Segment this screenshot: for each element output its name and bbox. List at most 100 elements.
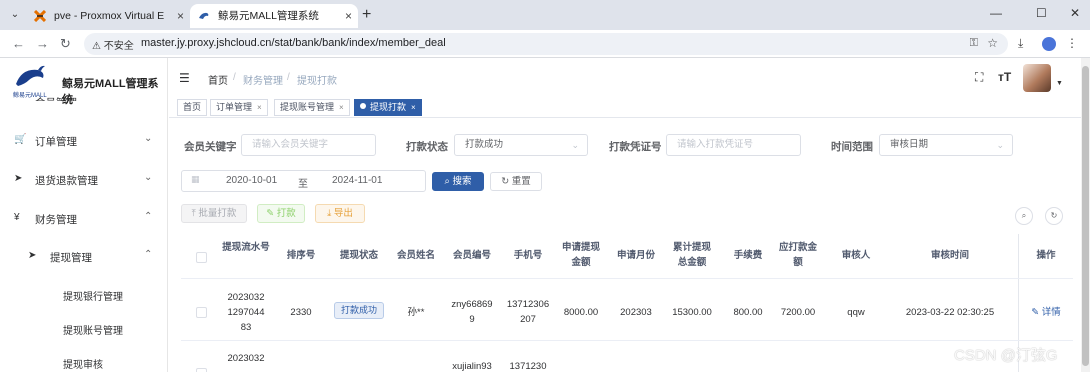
user-avatar[interactable] [1023, 64, 1051, 92]
sidebar-item-orders[interactable]: 🛒 订单管理 ⌄ [0, 131, 167, 151]
row-checkbox[interactable] [196, 368, 207, 372]
select-all-checkbox[interactable] [196, 252, 207, 263]
font-size-icon[interactable]: тT [998, 70, 1011, 84]
sidebar-item-label: 财务管理 [35, 214, 77, 226]
tag-label: 提现打款 [370, 102, 407, 112]
col-header-payable: 应打款金额 [779, 242, 818, 268]
payout-status-select[interactable]: 打款成功 ⌄ [454, 134, 588, 156]
minimize-icon[interactable]: — [990, 6, 1002, 20]
new-tab-button[interactable]: + [362, 4, 371, 26]
sidebar-item-label: 提现管理 [50, 252, 92, 264]
page-scrollbar[interactable] [1081, 58, 1090, 372]
reset-button[interactable]: ↻ 重置 [490, 172, 542, 191]
fullscreen-icon[interactable]: ⛶ [975, 70, 983, 85]
scrollbar-thumb[interactable] [1082, 66, 1089, 366]
batch-payout-button[interactable]: ⤒ 批量打款 [181, 204, 247, 223]
security-label: 不安全 [103, 41, 134, 52]
time-range-select[interactable]: 审核日期 ⌄ [879, 134, 1013, 156]
button-label: 搜索 [452, 176, 472, 187]
sidebar-item-withdraw-audit[interactable]: 提现审核 [63, 356, 103, 371]
button-label: 导出 [333, 208, 353, 219]
member-keyword-label: 会员关键字 [184, 141, 237, 153]
tag-close-icon[interactable]: × [339, 103, 344, 112]
bookmark-star-icon[interactable]: ☆ [987, 36, 998, 50]
send-icon: ➤ [14, 173, 23, 184]
tag-withdraw-payout[interactable]: 提现打款 × [354, 99, 422, 116]
chevron-up-icon: ⌃ [144, 249, 153, 260]
date-end[interactable]: 2024-11-01 [332, 175, 382, 186]
breadcrumb-home[interactable]: 首页 [208, 72, 228, 87]
password-key-icon[interactable]: ⚿ [970, 37, 978, 50]
payout-button[interactable]: ✎ 打款 [257, 204, 305, 223]
reload-icon[interactable]: ↻ [60, 36, 71, 52]
tag-close-icon[interactable]: × [257, 103, 262, 112]
browser-toolbar: ← → ↻ ⚠ 不安全 master.jy.proxy.jshcloud.cn/… [0, 30, 1090, 58]
maximize-icon[interactable]: ☐ [1036, 6, 1047, 20]
date-range-picker[interactable]: ▦ 2020-10-01 至 2024-11-01 [181, 170, 426, 192]
tag-withdraw-account[interactable]: 提现账号管理 × [274, 99, 350, 116]
row-checkbox[interactable] [196, 307, 207, 318]
tag-home[interactable]: 首页 [177, 99, 208, 116]
cell-name: 孙** [407, 307, 425, 318]
back-icon[interactable]: ← [12, 36, 25, 52]
detail-link[interactable]: ✎ 详情 [1031, 307, 1061, 318]
window-close-icon[interactable]: ✕ [1070, 6, 1080, 20]
sidebar-item-refunds[interactable]: ➤ 退货退款管理 ⌄ [0, 170, 167, 190]
tab-search-icon[interactable]: ⌄ [6, 6, 24, 24]
cart-icon: 🛒 [14, 134, 27, 145]
sidebar-item-withdraw-bank[interactable]: 提现银行管理 [63, 288, 123, 303]
breadcrumb-finance: 财务管理 [243, 76, 283, 87]
status-badge: 打款成功 [333, 302, 384, 319]
upload-icon: ⤒ [191, 208, 196, 219]
browser-tab-mall[interactable]: 鲸易元MALL管理系统 × [190, 4, 358, 28]
cell-phone: 1371230 [509, 361, 547, 372]
tab-close-icon[interactable]: × [177, 4, 184, 28]
cell-apply-amount: 8000.00 [563, 307, 599, 318]
export-button[interactable]: ⤓ 导出 [315, 204, 365, 223]
sidebar-item-finance[interactable]: ¥ 财务管理 ⌃ [0, 209, 167, 229]
tag-label: 订单管理 [216, 102, 253, 112]
member-keyword-input[interactable]: 请输入会员关键字 [241, 134, 376, 156]
calendar-icon: ▦ [191, 174, 200, 184]
tags-view: 首页 订单管理 × 提现账号管理 × 提现打款 × [169, 98, 1081, 118]
sidebar-item-member[interactable]: 会员管理 [35, 95, 77, 101]
date-start[interactable]: 2020-10-01 [226, 175, 277, 186]
refresh-table-icon[interactable]: ↻ [1045, 207, 1063, 225]
tag-orders[interactable]: 订单管理 × [210, 99, 268, 116]
browser-tabbar: ⌄ pve - Proxmox Virtual Environ × 鲸易元MAL… [0, 0, 1090, 30]
edit-icon: ✎ [1031, 307, 1040, 318]
chevron-down-icon: ⌄ [144, 172, 153, 183]
voucher-no-input[interactable]: 请输入打款凭证号 [666, 134, 801, 156]
col-header-sort: 排序号 [286, 250, 316, 261]
tag-label: 首页 [183, 102, 202, 112]
browser-tab-pve[interactable]: pve - Proxmox Virtual Environ × [26, 4, 190, 28]
sidebar-item-label: 订单管理 [35, 136, 77, 148]
toggle-search-icon[interactable]: ⌕ [1015, 207, 1033, 225]
sidebar-item-withdraw-account[interactable]: 提现账号管理 [63, 322, 123, 337]
sidebar-toggle-icon[interactable]: ☰ [179, 71, 190, 85]
search-button[interactable]: ⌕ 搜索 [432, 172, 484, 191]
browser-menu-icon[interactable]: ⋮ [1066, 36, 1078, 50]
watermark: CSDN @汀弦G [954, 347, 1058, 364]
insecure-indicator[interactable]: ⚠ 不安全 [92, 37, 134, 52]
url-text[interactable]: master.jy.proxy.jshcloud.cn/stat/bank/ba… [141, 37, 446, 49]
tab-close-icon[interactable]: × [345, 4, 352, 28]
tag-close-icon[interactable]: × [411, 103, 416, 112]
edit-icon: ✎ [266, 208, 275, 219]
main-content: ☰ 首页 / 财务管理 / 提现打款 ⛶ тT ▼ 首页 订单管理 × 提现账号管… [169, 58, 1081, 372]
profile-avatar-icon[interactable] [1042, 37, 1056, 51]
cell-month: 202303 [620, 307, 652, 318]
download-icon[interactable]: ⤓ [1018, 36, 1023, 51]
cell-serial: 2023032129704483 [227, 292, 265, 333]
address-bar[interactable]: ⚠ 不安全 master.jy.proxy.jshcloud.cn/stat/b… [84, 33, 1008, 55]
cell-serial: 2023032 [227, 353, 265, 364]
col-header-auditor: 审核人 [841, 250, 871, 261]
col-header-total: 累计提现总金额 [672, 242, 711, 268]
sidebar-item-withdraw[interactable]: ➤ 提现管理 ⌃ [0, 247, 167, 267]
caret-down-icon[interactable]: ▼ [1056, 80, 1063, 87]
payout-status-label: 打款状态 [406, 141, 448, 153]
cell-payable: 7200.00 [780, 307, 816, 318]
forward-icon[interactable]: → [36, 36, 49, 52]
button-label: 批量打款 [198, 208, 237, 219]
cell-member-no: xujialin93 [452, 361, 492, 372]
